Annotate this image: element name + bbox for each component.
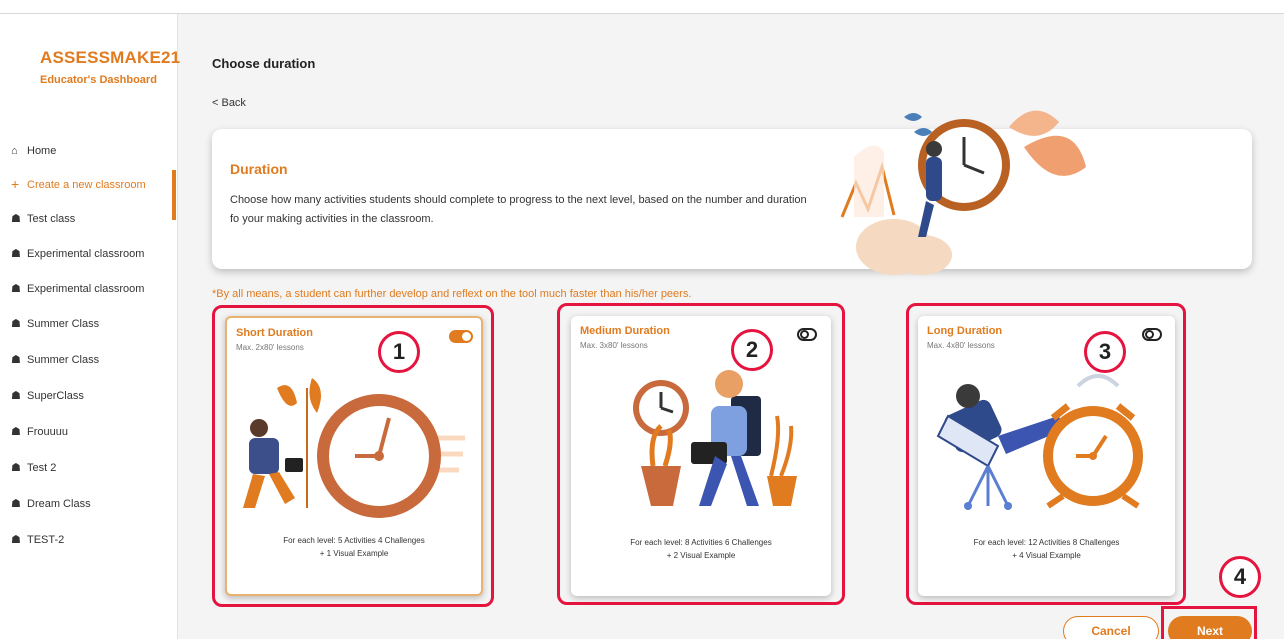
duration-illustration bbox=[840, 110, 1086, 275]
step-badge-3: 3 bbox=[1084, 331, 1126, 373]
active-nav-indicator bbox=[172, 170, 176, 220]
option-description: For each level: 5 Activities 4 Challenge… bbox=[227, 534, 481, 560]
sidebar-item-classroom[interactable]: ☗ SuperClass bbox=[0, 387, 178, 405]
sidebar-item-create-classroom[interactable]: + Create a new classroom bbox=[0, 176, 178, 194]
info-title: Duration bbox=[230, 161, 288, 177]
sidebar-item-label: Home bbox=[27, 145, 57, 157]
sidebar-item-classroom[interactable]: ☗ Experimental classroom bbox=[0, 280, 178, 298]
sidebar-item-home[interactable]: ⌂ Home bbox=[0, 142, 178, 160]
sidebar-item-classroom[interactable]: ☗ Test 2 bbox=[0, 459, 178, 477]
step-badge-2: 2 bbox=[731, 329, 773, 371]
sidebar-item-label: Experimental classroom bbox=[27, 283, 145, 295]
step-badge-1: 1 bbox=[378, 331, 420, 373]
classroom-icon: ☗ bbox=[11, 318, 21, 330]
sidebar-item-label: Summer Class bbox=[27, 354, 100, 366]
info-text: Choose how many activities students shou… bbox=[230, 194, 807, 225]
home-icon: ⌂ bbox=[11, 145, 18, 157]
back-link[interactable]: < Back bbox=[212, 97, 246, 109]
page-title: Choose duration bbox=[212, 56, 316, 71]
classroom-icon: ☗ bbox=[11, 534, 21, 546]
short-duration-illustration bbox=[243, 378, 465, 518]
step-badge-4: 4 bbox=[1219, 556, 1261, 598]
option-description-line1: For each level: 8 Activities 6 Challenge… bbox=[630, 538, 772, 547]
classroom-icon: ☗ bbox=[11, 426, 21, 438]
option-title: Short Duration bbox=[236, 327, 313, 339]
option-description-line2: + 4 Visual Example bbox=[1012, 551, 1081, 560]
sidebar-item-label: Dream Class bbox=[27, 498, 91, 510]
cancel-button[interactable]: Cancel bbox=[1063, 616, 1159, 639]
sidebar-item-classroom[interactable]: ☗ Summer Class bbox=[0, 315, 178, 333]
option-description-line2: + 1 Visual Example bbox=[319, 549, 389, 558]
option-subtitle: Max. 2x80' lessons bbox=[236, 343, 304, 352]
classroom-icon: ☗ bbox=[11, 498, 21, 510]
option-description-line1: For each level: 5 Activities 4 Challenge… bbox=[283, 536, 425, 545]
classroom-icon: ☗ bbox=[11, 462, 21, 474]
brand-subtitle: Educator's Dashboard bbox=[40, 74, 157, 86]
sidebar-item-label: Experimental classroom bbox=[27, 248, 145, 260]
long-duration-illustration bbox=[936, 374, 1143, 510]
sidebar-item-classroom[interactable]: ☗ Experimental classroom bbox=[0, 245, 178, 263]
sidebar-item-classroom[interactable]: ☗ TEST-2 bbox=[0, 531, 178, 549]
sidebar-nav: ⌂ Home + Create a new classroom ☗ Test c… bbox=[0, 142, 178, 549]
long-duration-toggle[interactable] bbox=[1142, 328, 1162, 341]
sidebar-item-label: Frouuuu bbox=[27, 426, 68, 438]
option-subtitle: Max. 3x80' lessons bbox=[580, 341, 648, 350]
sidebar: ASSESSMAKE21 Educator's Dashboard ⌂ Home… bbox=[0, 14, 181, 639]
duration-info-card: Duration Choose how many activities stud… bbox=[212, 110, 1252, 275]
option-description: For each level: 8 Activities 6 Challenge… bbox=[571, 536, 831, 562]
long-duration-card[interactable]: Long Duration Max. 4x80' lessons For eac… bbox=[918, 316, 1175, 596]
sidebar-item-classroom[interactable]: ☗ Test class bbox=[0, 210, 178, 228]
sidebar-item-label: Create a new classroom bbox=[27, 179, 146, 191]
option-description-line2: + 2 Visual Example bbox=[666, 551, 736, 560]
classroom-icon: ☗ bbox=[11, 390, 21, 402]
option-description-line1: For each level: 12 Activities 8 Challeng… bbox=[973, 538, 1120, 547]
medium-duration-illustration bbox=[633, 370, 797, 506]
option-description: For each level: 12 Activities 8 Challeng… bbox=[918, 536, 1175, 562]
medium-duration-toggle[interactable] bbox=[797, 328, 817, 341]
sidebar-item-label: Summer Class bbox=[27, 318, 100, 330]
next-button[interactable]: Next bbox=[1168, 616, 1252, 639]
sidebar-item-classroom[interactable]: ☗ Summer Class bbox=[0, 351, 178, 369]
short-duration-toggle[interactable] bbox=[449, 330, 473, 343]
sidebar-item-label: Test class bbox=[27, 213, 76, 225]
brand-name: ASSESSMAKE21 bbox=[40, 48, 181, 67]
classroom-icon: ☗ bbox=[11, 213, 21, 225]
sidebar-item-classroom[interactable]: ☗ Frouuuu bbox=[0, 423, 178, 441]
duration-note: *By all means, a student can further dev… bbox=[212, 288, 692, 300]
sidebar-item-label: TEST-2 bbox=[27, 534, 65, 546]
sidebar-item-label: Test 2 bbox=[27, 462, 57, 474]
short-duration-card[interactable]: Short Duration Max. 2x80' lessons For ea… bbox=[225, 316, 483, 596]
sidebar-item-label: SuperClass bbox=[27, 390, 84, 402]
medium-duration-card[interactable]: Medium Duration Max. 3x80' lessons For e… bbox=[571, 316, 831, 596]
classroom-icon: ☗ bbox=[11, 354, 21, 366]
option-title: Medium Duration bbox=[580, 325, 670, 337]
top-bar bbox=[0, 0, 1284, 14]
option-subtitle: Max. 4x80' lessons bbox=[927, 341, 995, 350]
option-title: Long Duration bbox=[927, 325, 1003, 337]
sidebar-item-classroom[interactable]: ☗ Dream Class bbox=[0, 495, 178, 513]
